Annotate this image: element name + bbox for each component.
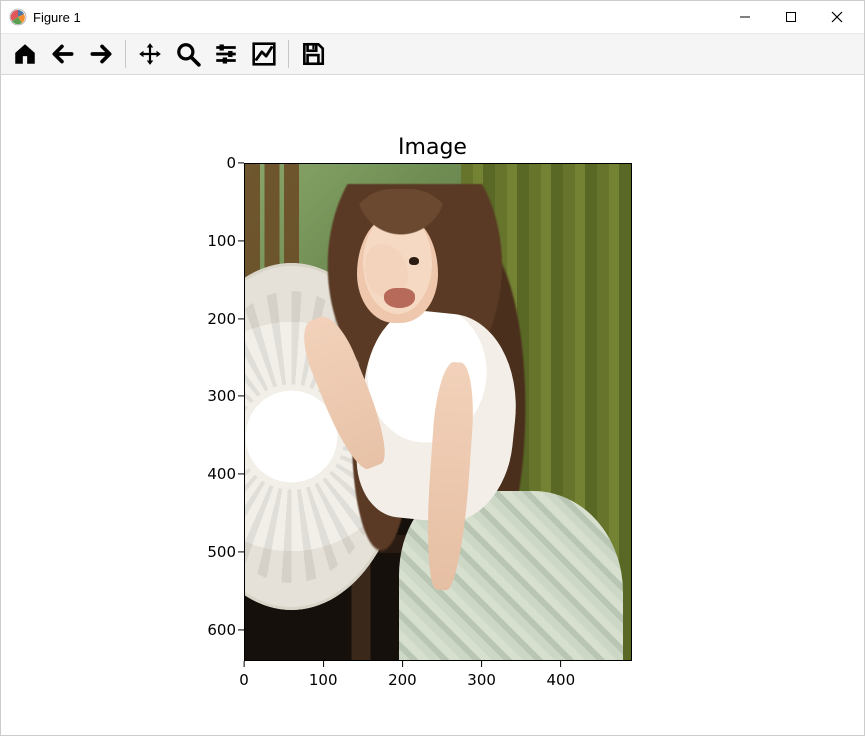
x-tick: 200 [388, 671, 417, 689]
figure-canvas[interactable]: Image 0 100 200 300 400 500 600 0 100 20… [1, 75, 864, 735]
minimize-button[interactable] [722, 1, 768, 33]
arrow-left-icon [50, 41, 76, 67]
x-tick: 0 [239, 671, 249, 689]
plot-title: Image [398, 135, 467, 160]
sliders-icon [213, 41, 239, 67]
x-tick: 300 [467, 671, 496, 689]
maximize-button[interactable] [768, 1, 814, 33]
y-tick: 600 [186, 621, 236, 639]
y-tick: 100 [186, 232, 236, 250]
window-title: Figure 1 [33, 10, 81, 25]
toolbar-separator [288, 40, 289, 68]
home-icon [12, 41, 38, 67]
x-tick: 100 [309, 671, 338, 689]
back-button[interactable] [45, 36, 81, 72]
x-tick: 400 [546, 671, 575, 689]
save-button[interactable] [295, 36, 331, 72]
pan-button[interactable] [132, 36, 168, 72]
titlebar: Figure 1 [1, 1, 864, 33]
toolbar-separator [125, 40, 126, 68]
y-tick: 400 [186, 465, 236, 483]
axes [244, 163, 632, 661]
chart-line-icon [251, 41, 277, 67]
arrow-right-icon [88, 41, 114, 67]
configure-subplots-button[interactable] [208, 36, 244, 72]
zoom-icon [175, 41, 201, 67]
edit-axis-button[interactable] [246, 36, 282, 72]
move-icon [137, 41, 163, 67]
y-tick: 200 [186, 310, 236, 328]
y-tick: 300 [186, 387, 236, 405]
zoom-button[interactable] [170, 36, 206, 72]
app-icon [9, 8, 27, 26]
forward-button[interactable] [83, 36, 119, 72]
close-button[interactable] [814, 1, 860, 33]
y-tick: 0 [186, 154, 236, 172]
save-icon [300, 41, 326, 67]
displayed-image [245, 164, 631, 660]
home-button[interactable] [7, 36, 43, 72]
toolbar [1, 33, 864, 75]
y-tick: 500 [186, 543, 236, 561]
